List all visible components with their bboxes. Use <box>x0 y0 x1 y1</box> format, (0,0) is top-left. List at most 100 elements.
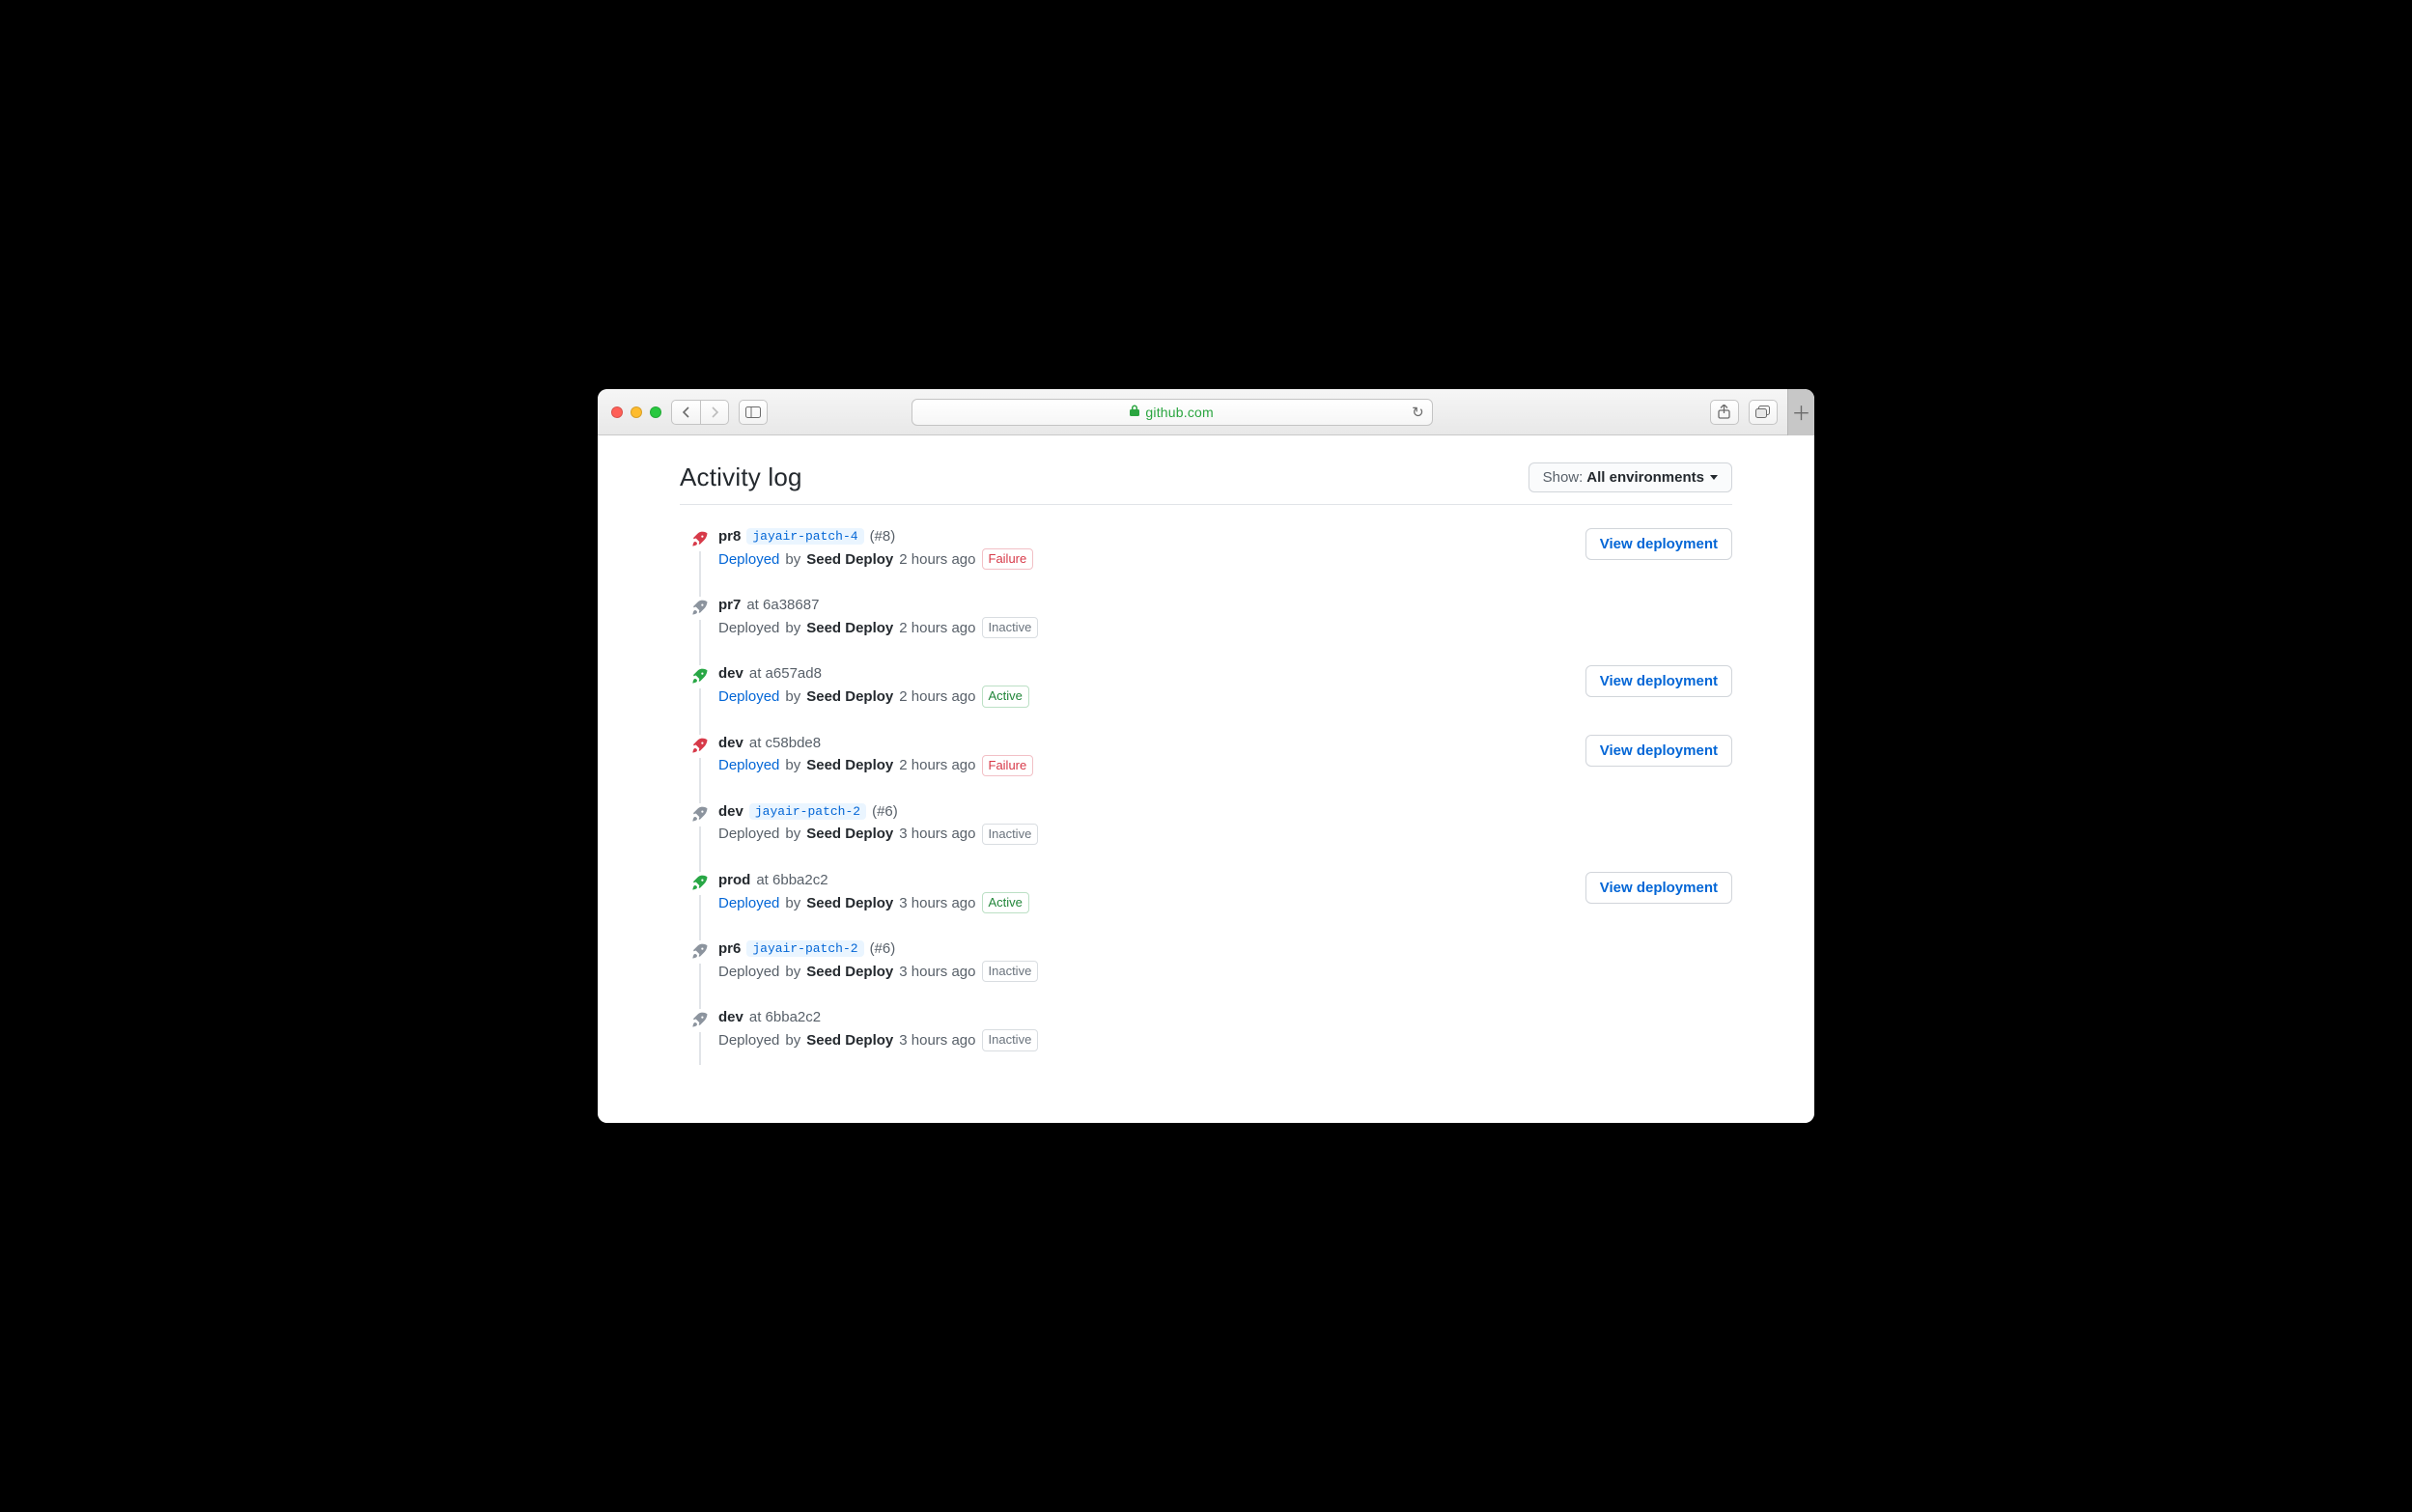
relative-time: 2 hours ago <box>899 757 975 773</box>
address-bar-domain: github.com <box>1145 405 1213 420</box>
activity-item-title: devjayair-patch-2(#6) <box>718 803 1038 820</box>
branch-ref[interactable]: jayair-patch-4 <box>746 528 863 545</box>
chevron-left-icon <box>682 406 691 418</box>
deployed-link[interactable]: Deployed <box>718 757 779 773</box>
activity-item: pr7at 6a38687DeployedbySeed Deploy2 hour… <box>680 583 1732 652</box>
relative-time: 3 hours ago <box>899 895 975 911</box>
view-deployment-button[interactable]: View deployment <box>1585 735 1732 767</box>
rocket-icon <box>687 665 711 688</box>
tabs-button[interactable] <box>1749 400 1778 425</box>
activity-item-meta: DeployedbySeed Deploy2 hours agoInactive <box>718 617 1038 638</box>
pr-number: (#6) <box>870 940 896 957</box>
rocket-icon <box>687 1009 711 1032</box>
activity-item: devat a657ad8DeployedbySeed Deploy2 hour… <box>680 652 1732 720</box>
activity-item-body: prodat 6bba2c2DeployedbySeed Deploy3 hou… <box>718 872 1029 913</box>
by-label: by <box>785 551 800 568</box>
relative-time: 3 hours ago <box>899 826 975 842</box>
activity-item-body: devat 6bba2c2DeployedbySeed Deploy3 hour… <box>718 1009 1038 1050</box>
activity-item: pr8jayair-patch-4(#8)DeployedbySeed Depl… <box>680 515 1732 583</box>
activity-item-meta: DeployedbySeed Deploy2 hours agoFailure <box>718 755 1033 776</box>
activity-item-meta: DeployedbySeed Deploy2 hours agoActive <box>718 686 1029 707</box>
rocket-icon <box>687 803 711 826</box>
activity-item-body: pr8jayair-patch-4(#8)DeployedbySeed Depl… <box>718 528 1033 570</box>
browser-window: github.com ↻ ＋ Activity log <box>598 389 1814 1123</box>
relative-time: 2 hours ago <box>899 620 975 636</box>
titlebar: github.com ↻ ＋ <box>598 389 1814 435</box>
environment-name: pr8 <box>718 528 741 545</box>
rocket-icon <box>687 940 711 964</box>
activity-item-title: pr7at 6a38687 <box>718 597 1038 613</box>
activity-item-body: pr6jayair-patch-2(#6)DeployedbySeed Depl… <box>718 940 1038 982</box>
environment-filter[interactable]: Show: All environments <box>1529 462 1732 492</box>
deployed-link[interactable]: Deployed <box>718 895 779 911</box>
deployed-link[interactable]: Deployed <box>718 688 779 705</box>
traffic-lights <box>607 406 661 418</box>
actor-name[interactable]: Seed Deploy <box>806 620 893 636</box>
sidebar-toggle-button[interactable] <box>739 400 768 425</box>
activity-timeline: pr8jayair-patch-4(#8)DeployedbySeed Depl… <box>680 515 1732 1065</box>
reload-button[interactable]: ↻ <box>1412 404 1424 421</box>
actor-name[interactable]: Seed Deploy <box>806 551 893 568</box>
environment-name: dev <box>718 803 743 820</box>
status-badge: Failure <box>982 755 1034 776</box>
activity-item-body: devat a657ad8DeployedbySeed Deploy2 hour… <box>718 665 1029 707</box>
status-badge: Inactive <box>982 1029 1039 1050</box>
rocket-icon <box>687 597 711 620</box>
by-label: by <box>785 826 800 842</box>
zoom-window-button[interactable] <box>650 406 661 418</box>
actor-name[interactable]: Seed Deploy <box>806 1032 893 1049</box>
actor-name[interactable]: Seed Deploy <box>806 688 893 705</box>
activity-item-meta: DeployedbySeed Deploy3 hours agoActive <box>718 892 1029 913</box>
activity-item: prodat 6bba2c2DeployedbySeed Deploy3 hou… <box>680 858 1732 927</box>
new-tab-button[interactable]: ＋ <box>1787 389 1814 435</box>
share-icon <box>1718 405 1730 419</box>
caret-down-icon <box>1710 475 1718 480</box>
status-badge: Inactive <box>982 617 1039 638</box>
branch-ref[interactable]: jayair-patch-2 <box>746 940 863 957</box>
commit-ref: at c58bde8 <box>749 735 821 751</box>
branch-ref[interactable]: jayair-patch-2 <box>749 803 866 820</box>
relative-time: 3 hours ago <box>899 964 975 980</box>
rocket-icon <box>687 528 711 551</box>
page-header: Activity log Show: All environments <box>680 462 1732 505</box>
view-deployment-button[interactable]: View deployment <box>1585 665 1732 697</box>
view-deployment-button[interactable]: View deployment <box>1585 872 1732 904</box>
actor-name[interactable]: Seed Deploy <box>806 964 893 980</box>
status-badge: Inactive <box>982 961 1039 982</box>
deployed-label: Deployed <box>718 1032 779 1049</box>
environment-name: prod <box>718 872 750 888</box>
nav-buttons <box>671 400 729 425</box>
back-button[interactable] <box>671 400 700 425</box>
status-badge: Failure <box>982 548 1034 570</box>
address-bar[interactable]: github.com ↻ <box>912 399 1433 426</box>
deployed-link[interactable]: Deployed <box>718 551 779 568</box>
actor-name[interactable]: Seed Deploy <box>806 895 893 911</box>
filter-value: All environments <box>1586 469 1704 486</box>
relative-time: 2 hours ago <box>899 688 975 705</box>
minimize-window-button[interactable] <box>631 406 642 418</box>
relative-time: 3 hours ago <box>899 1032 975 1049</box>
actor-name[interactable]: Seed Deploy <box>806 826 893 842</box>
commit-ref: at a657ad8 <box>749 665 822 682</box>
environment-name: pr6 <box>718 940 741 957</box>
forward-button[interactable] <box>700 400 729 425</box>
lock-icon <box>1130 405 1139 419</box>
by-label: by <box>785 895 800 911</box>
view-deployment-button[interactable]: View deployment <box>1585 528 1732 560</box>
environment-name: dev <box>718 665 743 682</box>
activity-item: pr6jayair-patch-2(#6)DeployedbySeed Depl… <box>680 927 1732 995</box>
activity-item: devat 6bba2c2DeployedbySeed Deploy3 hour… <box>680 995 1732 1064</box>
share-button[interactable] <box>1710 400 1739 425</box>
by-label: by <box>785 964 800 980</box>
activity-item-meta: DeployedbySeed Deploy3 hours agoInactive <box>718 1029 1038 1050</box>
commit-ref: at 6a38687 <box>746 597 819 613</box>
activity-item-body: devat c58bde8DeployedbySeed Deploy2 hour… <box>718 735 1033 776</box>
close-window-button[interactable] <box>611 406 623 418</box>
status-badge: Inactive <box>982 824 1039 845</box>
tabs-icon <box>1755 406 1771 418</box>
filter-prefix: Show: <box>1543 469 1584 486</box>
activity-item-body: pr7at 6a38687DeployedbySeed Deploy2 hour… <box>718 597 1038 638</box>
activity-item-title: devat c58bde8 <box>718 735 1033 751</box>
activity-item-meta: DeployedbySeed Deploy3 hours agoInactive <box>718 961 1038 982</box>
actor-name[interactable]: Seed Deploy <box>806 757 893 773</box>
